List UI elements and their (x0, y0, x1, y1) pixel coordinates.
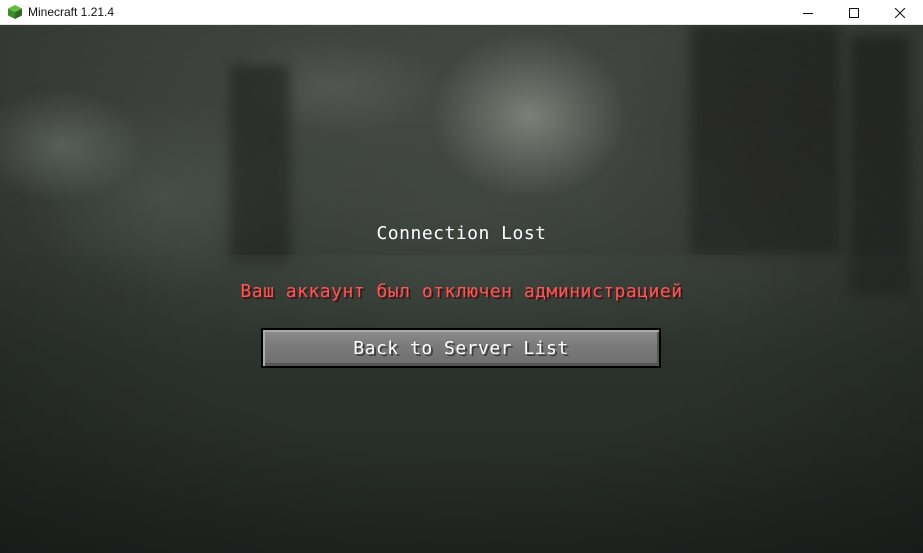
screen-heading: Connection Lost (376, 223, 547, 244)
close-button[interactable] (877, 0, 923, 25)
minimize-icon (803, 8, 813, 18)
minimize-button[interactable] (785, 0, 831, 25)
maximize-icon (849, 7, 859, 18)
window-title: Minecraft 1.21.4 (28, 5, 115, 19)
maximize-button[interactable] (831, 0, 877, 25)
back-to-server-list-label: Back to Server List (353, 337, 569, 359)
close-icon (895, 7, 905, 18)
title-bar[interactable]: Minecraft 1.21.4 (0, 0, 923, 25)
back-to-server-list-button[interactable]: Back to Server List (261, 328, 661, 368)
disconnect-reason: Ваш аккаунт был отключен администрацией (240, 281, 683, 302)
game-viewport: Connection Lost Ваш аккаунт был отключен… (0, 25, 923, 553)
minecraft-window: Minecraft 1.21.4 Connection Lost Ваш акк… (0, 0, 923, 553)
window-controls (785, 0, 923, 25)
grass-block-icon (8, 5, 22, 19)
